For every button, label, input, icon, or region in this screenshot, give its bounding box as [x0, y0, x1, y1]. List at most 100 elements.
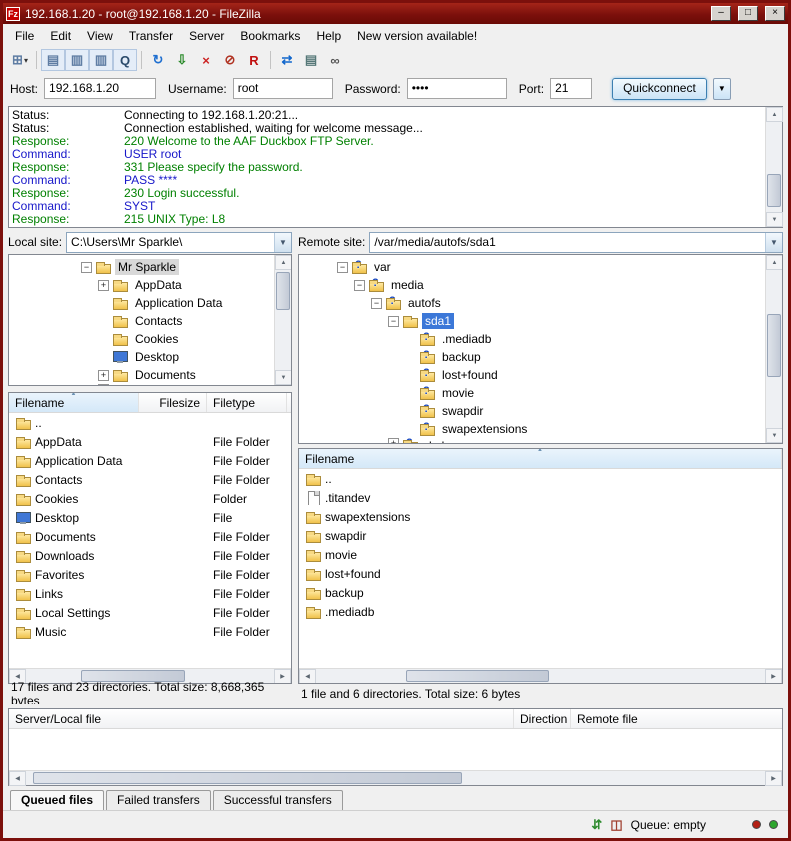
collapse-icon[interactable]: −: [337, 262, 348, 273]
remote-file-row-swapdir[interactable]: swapdir: [299, 526, 782, 545]
menu-item-server[interactable]: Server: [181, 26, 232, 46]
scrollbar-thumb[interactable]: [767, 314, 781, 377]
find-files-button[interactable]: ∞: [323, 49, 347, 71]
scrollbar-track[interactable]: [26, 669, 274, 683]
remote-tree-item-movie[interactable]: ?movie: [299, 384, 765, 402]
toggle-log-button[interactable]: ▤: [41, 49, 65, 71]
remote-tree-item-swapdir[interactable]: ?swapdir: [299, 402, 765, 420]
remote-tree-item-var[interactable]: −?var: [299, 258, 765, 276]
scrollbar-thumb[interactable]: [406, 670, 550, 682]
column-header-filetype[interactable]: Filetype: [207, 393, 287, 412]
local-site-combobox[interactable]: C:\Users\Mr Sparkle\ ▼: [66, 232, 292, 253]
menu-item-transfer[interactable]: Transfer: [121, 26, 181, 46]
menu-item-bookmarks[interactable]: Bookmarks: [232, 26, 308, 46]
toggle-remote-tree-button[interactable]: ▥: [89, 49, 113, 71]
column-header-filename[interactable]: ▲ Filename: [299, 449, 782, 468]
menu-item-file[interactable]: File: [7, 26, 42, 46]
local-tree-item-cookies[interactable]: Cookies: [9, 330, 274, 348]
remote-file-row-mediadb[interactable]: .mediadb: [299, 602, 782, 621]
scroll-up-button[interactable]: ▲: [275, 255, 292, 270]
scrollbar-track[interactable]: [316, 669, 765, 683]
password-input[interactable]: ••••: [407, 78, 507, 99]
local-tree-item-documents[interactable]: +Documents: [9, 366, 274, 384]
remote-file-row-[interactable]: ..: [299, 469, 782, 488]
collapse-icon[interactable]: −: [371, 298, 382, 309]
queue-horizontal-scrollbar[interactable]: ◀ ▶: [9, 770, 782, 785]
local-file-row-documents[interactable]: DocumentsFile Folder: [9, 527, 291, 546]
local-file-row-[interactable]: ..: [9, 413, 291, 432]
username-input[interactable]: root: [233, 78, 333, 99]
chevron-down-icon[interactable]: ▼: [274, 233, 291, 252]
log-vertical-scrollbar[interactable]: ▲ ▼: [765, 107, 782, 227]
local-file-row-contacts[interactable]: ContactsFile Folder: [9, 470, 291, 489]
remote-tree-item-backup[interactable]: ?backup: [299, 348, 765, 366]
local-tree-item-downloads[interactable]: +Downloads: [9, 384, 274, 385]
remote-file-row-swapextensions[interactable]: swapextensions: [299, 507, 782, 526]
expand-icon[interactable]: +: [388, 438, 399, 443]
directory-comparison-icon[interactable]: ◫: [610, 817, 622, 833]
scroll-right-button[interactable]: ▶: [765, 771, 782, 786]
remote-tree-item-mediadb[interactable]: ?.mediadb: [299, 330, 765, 348]
scrollbar-thumb[interactable]: [81, 670, 185, 682]
minimize-button[interactable]: –: [711, 6, 731, 21]
scrollbar-thumb[interactable]: [767, 174, 781, 206]
local-file-row-links[interactable]: LinksFile Folder: [9, 584, 291, 603]
scroll-right-button[interactable]: ▶: [765, 669, 782, 684]
expand-icon[interactable]: +: [98, 370, 109, 381]
site-manager-button[interactable]: ⊞▾: [8, 49, 32, 71]
chevron-down-icon[interactable]: ▼: [765, 233, 782, 252]
scroll-down-button[interactable]: ▼: [275, 370, 292, 385]
local-tree-vertical-scrollbar[interactable]: ▲ ▼: [274, 255, 291, 385]
title-bar[interactable]: Fz 192.168.1.20 - root@192.168.1.20 - Fi…: [3, 3, 788, 24]
local-file-row-desktop[interactable]: DesktopFile: [9, 508, 291, 527]
scroll-up-button[interactable]: ▲: [766, 255, 783, 270]
remote-tree-item-dvd[interactable]: +?dvd: [299, 438, 765, 443]
local-tree-item-mr-sparkle[interactable]: −Mr Sparkle: [9, 258, 274, 276]
local-tree-item-contacts[interactable]: Contacts: [9, 312, 274, 330]
local-file-row-application-data[interactable]: Application DataFile Folder: [9, 451, 291, 470]
scrollbar-track[interactable]: [766, 122, 782, 212]
expand-icon[interactable]: +: [98, 280, 109, 291]
remote-tree-item-swapextensions[interactable]: ?swapextensions: [299, 420, 765, 438]
scroll-down-button[interactable]: ▼: [766, 212, 783, 227]
remote-file-row-titandev[interactable]: .titandev: [299, 488, 782, 507]
toggle-local-tree-button[interactable]: ▥: [65, 49, 89, 71]
directory-comparison-button[interactable]: ⇄: [275, 49, 299, 71]
expand-icon[interactable]: +: [98, 384, 109, 385]
host-input[interactable]: 192.168.1.20: [44, 78, 156, 99]
local-file-row-local-settings[interactable]: Local SettingsFile Folder: [9, 603, 291, 622]
remote-file-row-backup[interactable]: backup: [299, 583, 782, 602]
collapse-icon[interactable]: −: [354, 280, 365, 291]
column-header-remote-file[interactable]: Remote file: [571, 709, 782, 728]
cancel-button[interactable]: ×: [194, 49, 218, 71]
scroll-left-button[interactable]: ◀: [299, 669, 316, 684]
scrollbar-thumb[interactable]: [276, 272, 290, 310]
quickconnect-button[interactable]: Quickconnect: [612, 78, 707, 100]
scrollbar-track[interactable]: [766, 270, 782, 428]
menu-item-help[interactable]: Help: [308, 26, 349, 46]
port-input[interactable]: 21: [550, 78, 592, 99]
local-file-row-appdata[interactable]: AppDataFile Folder: [9, 432, 291, 451]
local-file-row-cookies[interactable]: CookiesFolder: [9, 489, 291, 508]
local-file-row-downloads[interactable]: DownloadsFile Folder: [9, 546, 291, 565]
process-queue-button[interactable]: ⇩: [170, 49, 194, 71]
local-tree-item-desktop[interactable]: Desktop: [9, 348, 274, 366]
column-header-filesize[interactable]: Filesize: [139, 393, 207, 412]
synchronized-browsing-button[interactable]: ▤: [299, 49, 323, 71]
menu-item-view[interactable]: View: [79, 26, 121, 46]
remote-tree-vertical-scrollbar[interactable]: ▲ ▼: [765, 255, 782, 443]
local-tree-item-application-data[interactable]: Application Data: [9, 294, 274, 312]
local-list-horizontal-scrollbar[interactable]: ◀ ▶: [9, 668, 291, 683]
disconnect-button[interactable]: ⊘: [218, 49, 242, 71]
remote-tree-item-autofs[interactable]: −?autofs: [299, 294, 765, 312]
remote-file-row-movie[interactable]: movie: [299, 545, 782, 564]
remote-site-combobox[interactable]: /var/media/autofs/sda1 ▼: [369, 232, 783, 253]
collapse-icon[interactable]: −: [81, 262, 92, 273]
column-header-server-local-file[interactable]: Server/Local file: [9, 709, 514, 728]
column-header-direction[interactable]: Direction: [514, 709, 571, 728]
local-tree-item-appdata[interactable]: +AppData: [9, 276, 274, 294]
menu-item-edit[interactable]: Edit: [42, 26, 79, 46]
remote-list-horizontal-scrollbar[interactable]: ◀ ▶: [299, 668, 782, 683]
filter-button[interactable]: Q: [113, 49, 137, 71]
remote-file-row-lost-found[interactable]: lost+found: [299, 564, 782, 583]
